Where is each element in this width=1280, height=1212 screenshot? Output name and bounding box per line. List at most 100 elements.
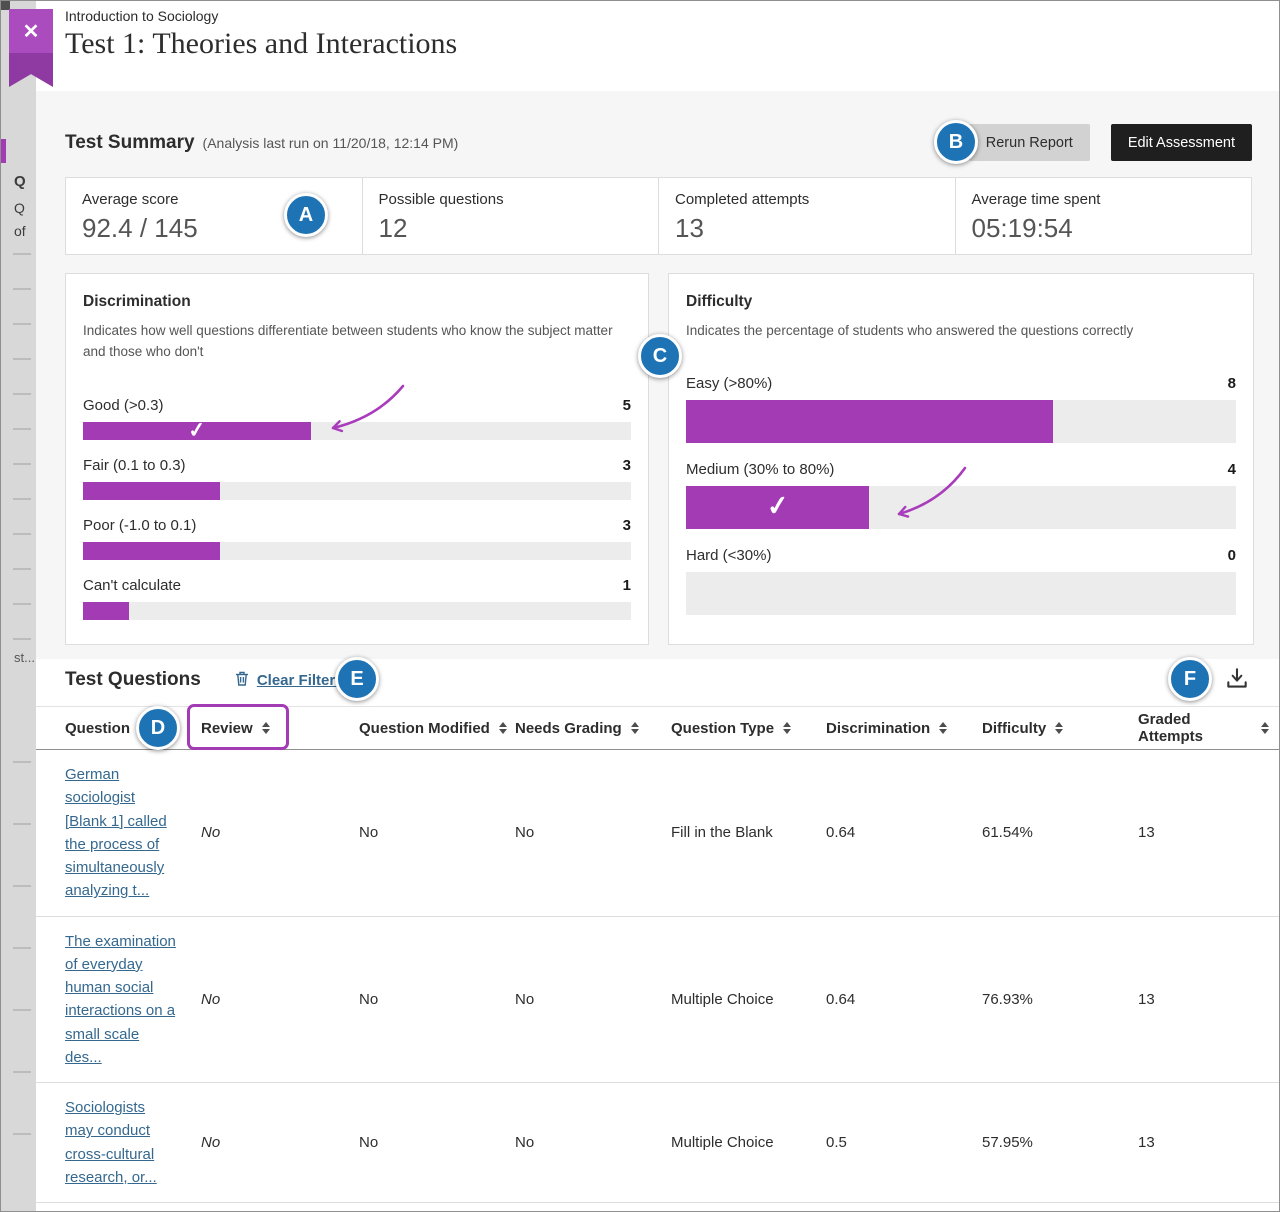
question-type-cell: Multiple Choice bbox=[671, 1134, 826, 1151]
stat-average-time-spent: Average time spent 05:19:54 bbox=[956, 178, 1252, 254]
table-body: German sociologist [Blank 1] called the … bbox=[36, 750, 1279, 1203]
review-cell: No bbox=[201, 1134, 359, 1151]
analysis-last-run-note: (Analysis last run on 11/20/18, 12:14 PM… bbox=[203, 135, 459, 151]
difficulty-cell: 76.93% bbox=[982, 991, 1138, 1008]
question-link[interactable]: Sociologists may conduct cross-cultural … bbox=[65, 1096, 177, 1189]
discrimination-cell: 0.64 bbox=[826, 991, 982, 1008]
sort-icon[interactable] bbox=[939, 722, 947, 734]
background-lines bbox=[13, 253, 31, 653]
bar-label: Can't calculate bbox=[83, 577, 181, 594]
difficulty-cell: 61.54% bbox=[982, 824, 1138, 841]
rerun-report-button[interactable]: Rerun Report bbox=[969, 124, 1090, 161]
bar-fill bbox=[686, 400, 1053, 443]
analysis-page: Q Q of st... Introduction to Sociology T… bbox=[0, 0, 1280, 1212]
bar-label: Hard (<30%) bbox=[686, 547, 771, 564]
annotation-badge-a: A bbox=[284, 193, 328, 237]
graded-attempts-cell: 13 bbox=[1138, 991, 1269, 1008]
difficulty-description: Indicates the percentage of students who… bbox=[686, 321, 1236, 342]
column-label: Question Type bbox=[671, 720, 774, 737]
column-label: Graded Attempts bbox=[1138, 711, 1252, 745]
sort-icon[interactable] bbox=[1261, 722, 1269, 734]
summary-stats: Average score 92.4 / 145 Possible questi… bbox=[65, 177, 1252, 255]
bar-group: Poor (-1.0 to 0.1) 3 bbox=[83, 517, 631, 560]
column-header-question-modified[interactable]: Question Modified bbox=[359, 720, 515, 737]
question-link[interactable]: German sociologist [Blank 1] called the … bbox=[65, 763, 177, 903]
sort-icon[interactable] bbox=[499, 722, 507, 734]
column-header-question[interactable]: Question bbox=[65, 720, 201, 737]
table-row: The examination of everyday human social… bbox=[36, 917, 1279, 1084]
discrimination-cell: 0.64 bbox=[826, 824, 982, 841]
bar-value: 3 bbox=[623, 517, 631, 534]
table-row: German sociologist [Blank 1] called the … bbox=[36, 750, 1279, 917]
bar-track bbox=[686, 572, 1236, 615]
question-modified-cell: No bbox=[359, 991, 515, 1008]
stat-value: 12 bbox=[379, 213, 659, 244]
stat-completed-attempts: Completed attempts 13 bbox=[659, 178, 956, 254]
stat-label: Possible questions bbox=[379, 191, 659, 208]
column-header-needs-grading[interactable]: Needs Grading bbox=[515, 720, 671, 737]
bar-fill bbox=[83, 482, 220, 500]
difficulty-cell: 57.95% bbox=[982, 1134, 1138, 1151]
bar-value: 4 bbox=[1228, 461, 1236, 478]
check-mark: ✓ bbox=[765, 490, 791, 523]
question-type-cell: Multiple Choice bbox=[671, 991, 826, 1008]
review-cell: No bbox=[201, 991, 359, 1008]
edit-assessment-button[interactable]: Edit Assessment bbox=[1111, 124, 1252, 161]
questions-table: Question Review Question Modified Needs … bbox=[36, 706, 1279, 1211]
needs-grading-cell: No bbox=[515, 991, 671, 1008]
bar-track bbox=[83, 602, 631, 620]
bar-label: Good (>0.3) bbox=[83, 397, 163, 414]
table-row: Sociologists may conduct cross-cultural … bbox=[36, 1083, 1279, 1203]
download-icon bbox=[1224, 680, 1250, 695]
background-lines bbox=[13, 761, 31, 1161]
column-header-difficulty[interactable]: Difficulty bbox=[982, 720, 1138, 737]
discrimination-cell: 0.5 bbox=[826, 1134, 982, 1151]
graded-attempts-cell: 13 bbox=[1138, 1134, 1269, 1151]
review-column-highlight bbox=[187, 704, 289, 750]
stat-label: Completed attempts bbox=[675, 191, 955, 208]
background-text-fragment: of bbox=[14, 223, 26, 239]
column-header-graded-attempts[interactable]: Graded Attempts bbox=[1138, 711, 1269, 745]
annotation-badge-f: F bbox=[1168, 657, 1212, 701]
background-text-fragment: Q bbox=[14, 200, 25, 216]
sort-icon[interactable] bbox=[783, 722, 791, 734]
column-label: Question Modified bbox=[359, 720, 490, 737]
sort-icon[interactable] bbox=[631, 722, 639, 734]
difficulty-card: Difficulty Indicates the percentage of s… bbox=[668, 273, 1254, 645]
sort-icon[interactable] bbox=[1055, 722, 1063, 734]
discrimination-card: Discrimination Indicates how well questi… bbox=[65, 273, 649, 645]
bar-label: Easy (>80%) bbox=[686, 375, 772, 392]
annotation-badge-d: D bbox=[136, 706, 180, 750]
question-modified-cell: No bbox=[359, 824, 515, 841]
bar-value: 5 bbox=[623, 397, 631, 414]
bar-group: Hard (<30%)0 bbox=[686, 547, 1236, 615]
needs-grading-cell: No bbox=[515, 824, 671, 841]
stat-label: Average time spent bbox=[972, 191, 1252, 208]
test-questions-heading: Test Questions bbox=[65, 669, 201, 691]
annotation-badge-b: B bbox=[934, 120, 978, 164]
summary-heading: Test Summary bbox=[65, 132, 195, 154]
close-button[interactable]: ✕ bbox=[9, 9, 53, 53]
column-label: Question bbox=[65, 720, 130, 737]
bar-value: 3 bbox=[623, 457, 631, 474]
column-label: Discrimination bbox=[826, 720, 930, 737]
test-questions-header: Test Questions Clear Filters bbox=[65, 661, 1252, 699]
bar-group: Can't calculate 1 bbox=[83, 577, 631, 620]
clear-filters-label: Clear Filters bbox=[257, 672, 344, 689]
bar-value: 1 bbox=[623, 577, 631, 594]
bar-group: Medium (30% to 80%)4✓ bbox=[686, 461, 1236, 529]
download-report-button[interactable] bbox=[1222, 664, 1252, 697]
bar-fill bbox=[83, 602, 129, 620]
bar-group: Good (>0.3) 5 ✓ bbox=[83, 397, 631, 440]
stat-value: 13 bbox=[675, 213, 955, 244]
question-link[interactable]: The examination of everyday human social… bbox=[65, 930, 177, 1070]
analysis-panel: Introduction to Sociology Test 1: Theori… bbox=[36, 1, 1279, 1211]
column-header-discrimination[interactable]: Discrimination bbox=[826, 720, 982, 737]
bar-label: Poor (-1.0 to 0.1) bbox=[83, 517, 196, 534]
background-text-fragment: Q bbox=[14, 173, 26, 190]
clear-filters-button[interactable]: Clear Filters bbox=[234, 670, 344, 690]
column-header-question-type[interactable]: Question Type bbox=[671, 720, 826, 737]
bar-group: Fair (0.1 to 0.3)3 bbox=[83, 457, 631, 500]
bar-track: ✓ bbox=[83, 422, 631, 440]
bar-fill: ✓ bbox=[686, 486, 869, 529]
